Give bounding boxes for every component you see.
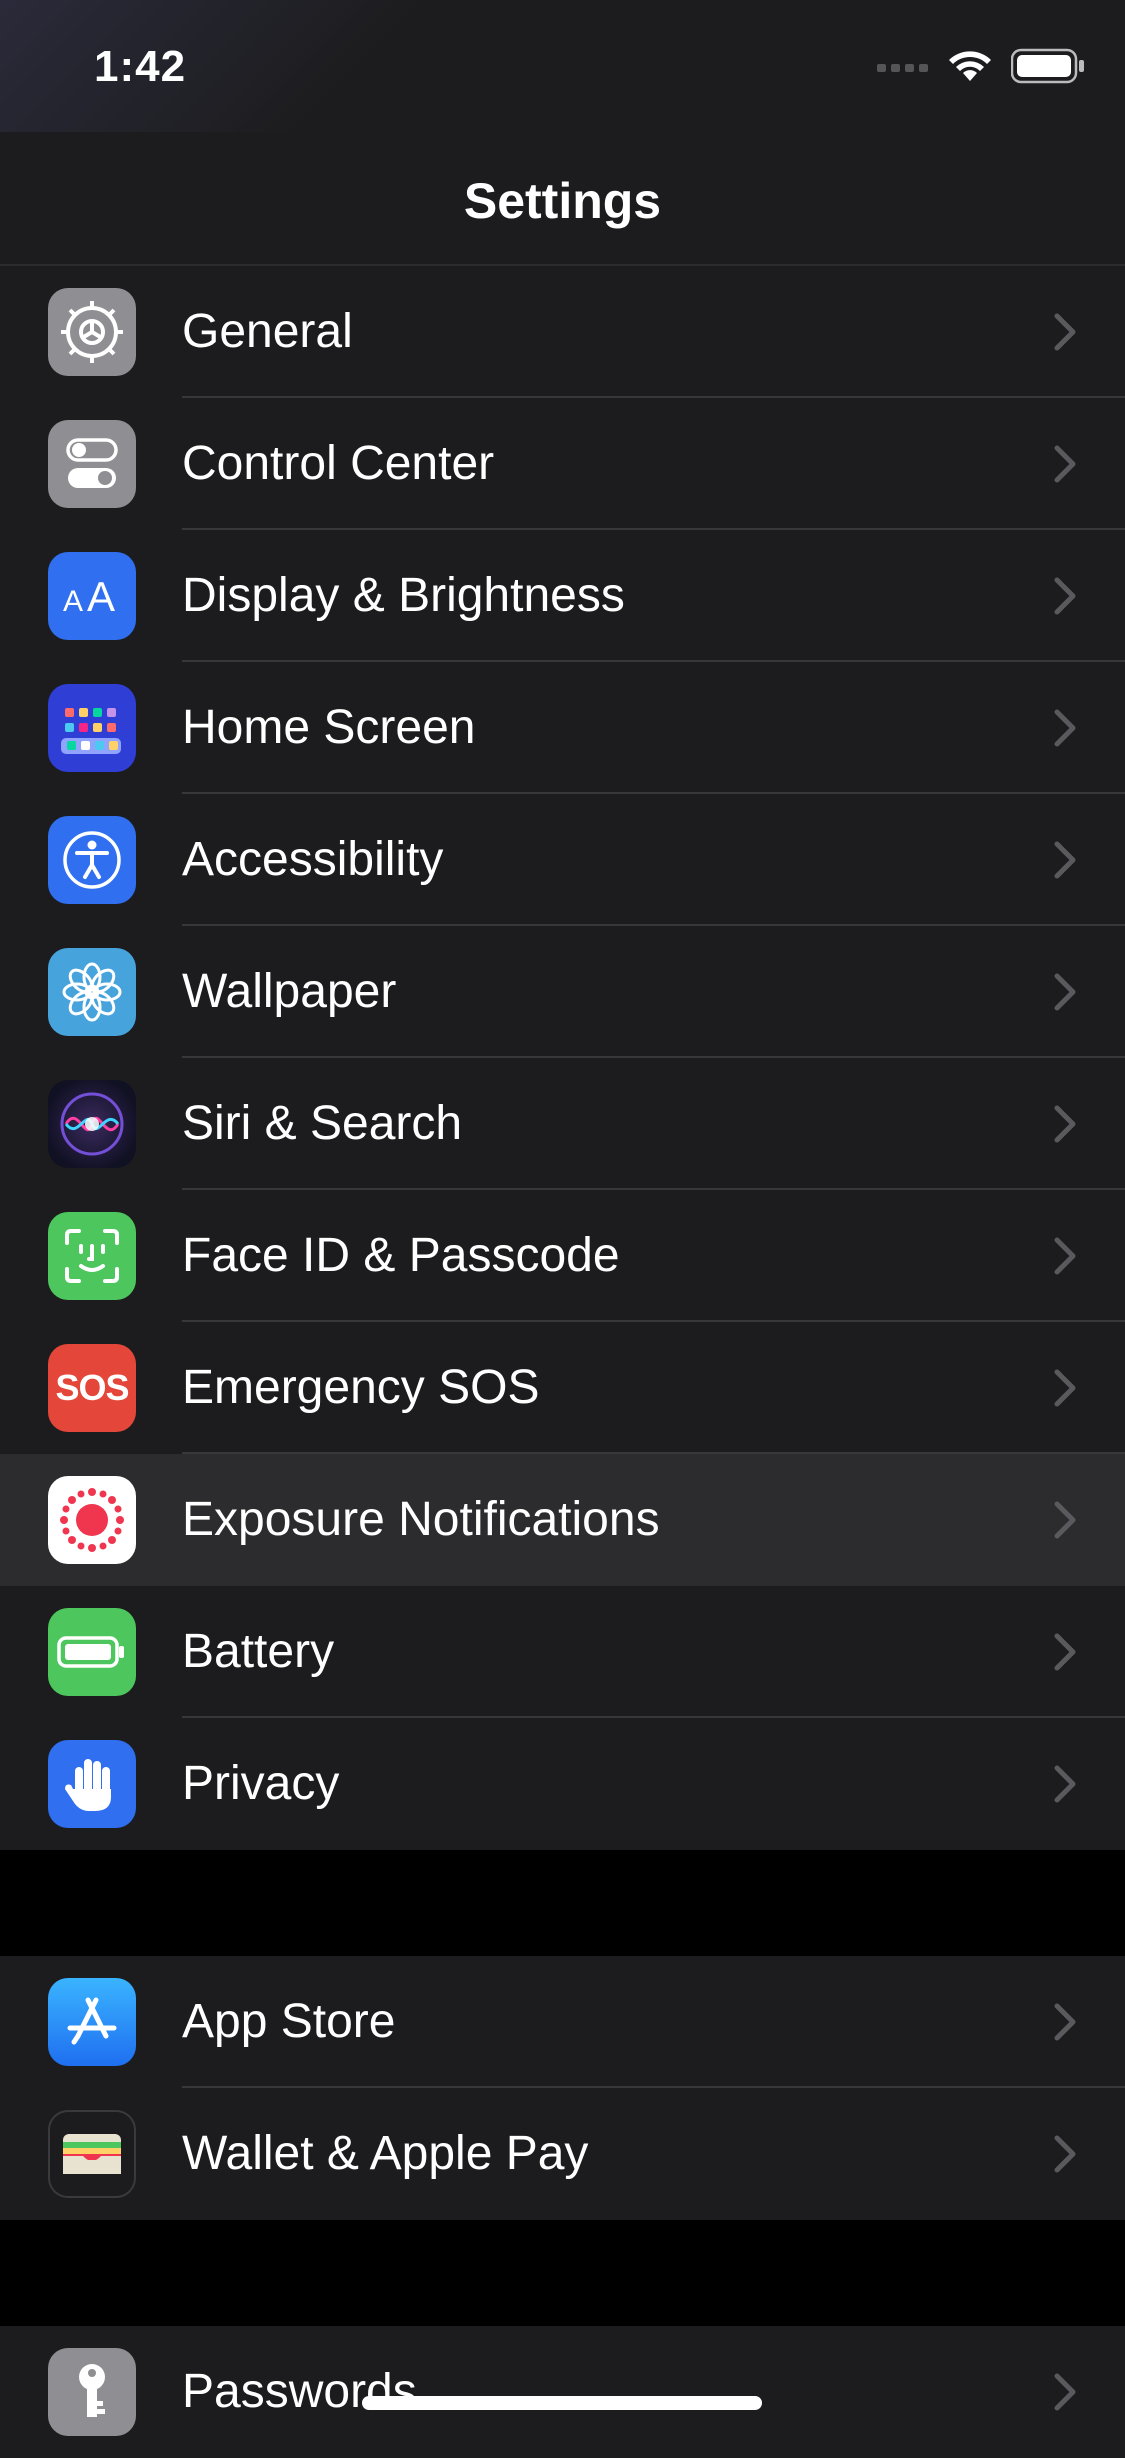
settings-row-wallpaper[interactable]: Wallpaper	[0, 926, 1125, 1058]
chevron-right-icon	[1054, 2373, 1076, 2411]
chevron-right-icon	[1054, 709, 1076, 747]
settings-row-label: Home Screen	[182, 701, 476, 754]
chevron-right-icon	[1054, 2003, 1076, 2041]
battery-icon	[48, 1608, 136, 1696]
chevron-right-icon	[1054, 2135, 1076, 2173]
chevron-right-icon	[1054, 1369, 1076, 1407]
hand-icon	[48, 1740, 136, 1828]
settings-row-label: Accessibility	[182, 833, 444, 886]
key-icon	[48, 2348, 136, 2436]
settings-row-label: App Store	[182, 1995, 396, 2048]
chevron-right-icon	[1054, 1633, 1076, 1671]
settings-row-label: Privacy	[182, 1757, 340, 1810]
accessibility-icon	[48, 816, 136, 904]
settings-row-privacy[interactable]: Privacy	[0, 1718, 1125, 1850]
settings-row-emergency-sos[interactable]: SOS Emergency SOS	[0, 1322, 1125, 1454]
sos-icon: SOS	[48, 1344, 136, 1432]
siri-icon	[48, 1080, 136, 1168]
cellular-signal-icon	[877, 64, 928, 72]
toggles-icon	[48, 420, 136, 508]
battery-status-icon	[1011, 48, 1084, 84]
settings-row-exposure-notifications[interactable]: Exposure Notifications	[0, 1454, 1125, 1586]
svg-text:A: A	[87, 573, 115, 620]
home-indicator[interactable]	[362, 2396, 762, 2410]
settings-row-face-id-passcode[interactable]: Face ID & Passcode	[0, 1190, 1125, 1322]
navigation-bar: Settings	[0, 132, 1125, 266]
app-grid-icon	[48, 684, 136, 772]
status-icons	[877, 48, 1085, 84]
status-bar: 1:42	[0, 0, 1125, 132]
chevron-right-icon	[1054, 973, 1076, 1011]
chevron-right-icon	[1054, 841, 1076, 879]
sos-icon-text: SOS	[55, 1367, 129, 1408]
settings-row-label: Wallpaper	[182, 965, 397, 1018]
chevron-right-icon	[1054, 1237, 1076, 1275]
settings-row-control-center[interactable]: Control Center	[0, 398, 1125, 530]
exposure-icon	[48, 1476, 136, 1564]
settings-row-label: Face ID & Passcode	[182, 1229, 620, 1282]
flower-icon	[48, 948, 136, 1036]
settings-row-label: Siri & Search	[182, 1097, 463, 1150]
chevron-right-icon	[1054, 577, 1076, 615]
settings-row-label: Display & Brightness	[182, 569, 625, 622]
page-title: Settings	[463, 173, 662, 229]
svg-text:A: A	[63, 585, 83, 618]
settings-row-wallet-apple-pay[interactable]: Wallet & Apple Pay	[0, 2088, 1125, 2220]
settings-group-main: General Control Center A A Display & Bri…	[0, 266, 1125, 1850]
app-store-icon	[48, 1978, 136, 2066]
chevron-right-icon	[1054, 445, 1076, 483]
chevron-right-icon	[1054, 1105, 1076, 1143]
face-id-icon	[48, 1212, 136, 1300]
settings-row-label: Exposure Notifications	[182, 1493, 660, 1546]
settings-row-label: General	[182, 305, 353, 358]
settings-row-passwords[interactable]: Passwords	[0, 2326, 1125, 2458]
settings-row-display-brightness[interactable]: A A Display & Brightness	[0, 530, 1125, 662]
gear-icon	[48, 288, 136, 376]
wallet-icon	[48, 2110, 136, 2198]
settings-row-label: Emergency SOS	[182, 1361, 540, 1414]
settings-row-siri-search[interactable]: Siri & Search	[0, 1058, 1125, 1190]
settings-row-label: Battery	[182, 1625, 335, 1678]
text-size-icon: A A	[48, 552, 136, 640]
settings-row-battery[interactable]: Battery	[0, 1586, 1125, 1718]
chevron-right-icon	[1054, 313, 1076, 351]
chevron-right-icon	[1054, 1501, 1076, 1539]
settings-group-store: App Store Wallet & Apple Pay	[0, 1956, 1125, 2220]
settings-group-accounts: Passwords	[0, 2326, 1125, 2458]
wifi-icon	[949, 51, 991, 81]
status-time: 1:42	[94, 42, 187, 91]
settings-row-label: Wallet & Apple Pay	[182, 2127, 589, 2180]
settings-row-general[interactable]: General	[0, 266, 1125, 398]
settings-row-app-store[interactable]: App Store	[0, 1956, 1125, 2088]
settings-row-label: Passwords	[182, 2365, 417, 2418]
chevron-right-icon	[1054, 1765, 1076, 1803]
settings-row-accessibility[interactable]: Accessibility	[0, 794, 1125, 926]
settings-row-label: Control Center	[182, 437, 495, 490]
settings-row-home-screen[interactable]: Home Screen	[0, 662, 1125, 794]
